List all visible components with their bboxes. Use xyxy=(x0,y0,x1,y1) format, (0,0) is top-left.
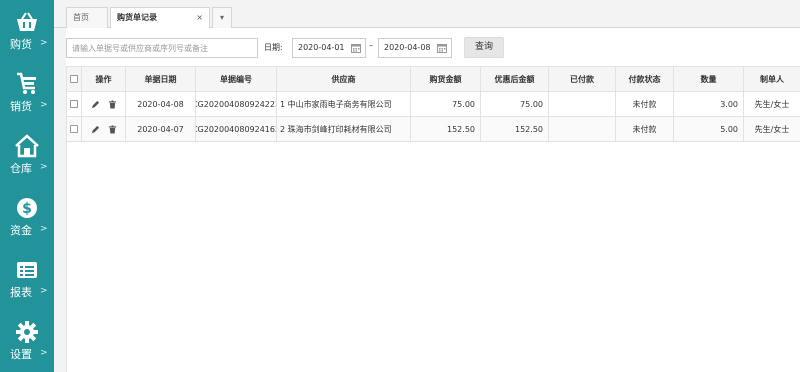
header-no[interactable]: 单据编号 xyxy=(196,67,277,91)
edit-icon[interactable] xyxy=(91,125,100,134)
header-amount[interactable]: 购货金额 xyxy=(411,67,481,91)
row-no[interactable]: CG202004080924162 xyxy=(196,117,277,141)
row-paid xyxy=(549,117,616,141)
row-discounted: 75.00 xyxy=(481,92,549,116)
trash-icon[interactable] xyxy=(108,99,117,109)
header-date[interactable]: 单据日期 xyxy=(126,67,196,91)
close-icon[interactable]: × xyxy=(196,8,203,27)
header-supplier[interactable]: 供应商 xyxy=(277,67,411,91)
sidebar-item-purchase[interactable]: 购货 > xyxy=(0,0,54,58)
chevron-right-icon: > xyxy=(40,224,48,234)
content-area: 日期: 2020-04-01 – 2020-04-08 查询 操作 单据日期 单… xyxy=(66,28,800,372)
sidebar-item-label: 仓库 xyxy=(10,162,32,175)
edit-icon[interactable] xyxy=(91,100,100,109)
row-no[interactable]: CG202004080924222 xyxy=(196,92,277,116)
header-paid[interactable]: 已付款 xyxy=(549,67,616,91)
header-maker[interactable]: 制单人 xyxy=(744,67,800,91)
row-status: 未付款 xyxy=(616,117,674,141)
row-actions xyxy=(82,117,126,141)
svg-text:$: $ xyxy=(22,201,32,217)
sidebar-item-reports[interactable]: 报表 > xyxy=(0,248,54,306)
date-separator: – xyxy=(369,41,373,50)
row-paid xyxy=(549,92,616,116)
query-button[interactable]: 查询 xyxy=(464,37,504,58)
tab-home[interactable]: 首页 xyxy=(66,7,108,28)
sidebar: 购货 > 销货 > 仓库 > $ 资金 > 报表 > 设置 > xyxy=(0,0,54,372)
row-maker: 先生/女士 xyxy=(744,92,800,116)
row-select-cell xyxy=(67,117,82,141)
row-qty: 5.00 xyxy=(674,117,744,141)
row-maker: 先生/女士 xyxy=(744,117,800,141)
row-checkbox[interactable] xyxy=(70,125,78,133)
row-supplier: 1 中山市家雨电子商务有限公司 xyxy=(277,92,411,116)
sidebar-item-label: 购货 xyxy=(10,38,32,51)
search-input[interactable] xyxy=(66,38,258,58)
header-status[interactable]: 付款状态 xyxy=(616,67,674,91)
select-all-checkbox[interactable] xyxy=(70,75,78,83)
calendar-icon[interactable] xyxy=(351,43,361,53)
sidebar-item-label: 资金 xyxy=(10,224,32,237)
row-date: 2020-04-08 xyxy=(126,92,196,116)
sidebar-item-label: 销货 xyxy=(10,100,32,113)
row-date: 2020-04-07 xyxy=(126,117,196,141)
row-amount: 75.00 xyxy=(411,92,481,116)
dollar-icon: $ xyxy=(0,196,54,222)
table-row[interactable]: 2020-04-08 CG202004080924222 1 中山市家雨电子商务… xyxy=(67,92,800,117)
header-qty[interactable]: 数量 xyxy=(674,67,744,91)
date-from-value: 2020-04-01 xyxy=(298,43,345,52)
records-table: 操作 单据日期 单据编号 供应商 购货金额 优惠后金额 已付款 付款状态 数量 … xyxy=(66,66,800,372)
chevron-right-icon: > xyxy=(40,38,48,48)
chevron-right-icon: > xyxy=(40,286,48,296)
row-discounted: 152.50 xyxy=(481,117,549,141)
sidebar-item-label: 报表 xyxy=(10,286,32,299)
date-from-field[interactable]: 2020-04-01 xyxy=(292,38,366,58)
sidebar-item-sales[interactable]: 销货 > xyxy=(0,62,54,120)
row-qty: 3.00 xyxy=(674,92,744,116)
row-actions xyxy=(82,92,126,116)
tab-label: 购货单记录 xyxy=(117,13,157,22)
sidebar-item-funds[interactable]: $ 资金 > xyxy=(0,186,54,244)
header-op: 操作 xyxy=(82,67,126,91)
date-label: 日期: xyxy=(264,43,283,52)
chevron-right-icon: > xyxy=(40,162,48,172)
trash-icon[interactable] xyxy=(108,124,117,134)
sidebar-item-settings[interactable]: 设置 > xyxy=(0,310,54,368)
gear-icon xyxy=(0,320,54,346)
table-row[interactable]: 2020-04-07 CG202004080924162 2 珠海市剑峰打印耗材… xyxy=(67,117,800,142)
chevron-down-icon[interactable]: ▾ xyxy=(212,7,232,28)
home-icon xyxy=(0,134,54,160)
select-all-cell xyxy=(67,67,82,91)
row-amount: 152.50 xyxy=(411,117,481,141)
chevron-right-icon: > xyxy=(40,348,48,358)
date-to-field[interactable]: 2020-04-08 xyxy=(378,38,452,58)
main-panel: 首页 购货单记录 × ▾ 日期: 2020-04-01 – 2020-04-08… xyxy=(54,0,800,372)
header-discounted[interactable]: 优惠后金额 xyxy=(481,67,549,91)
table-header: 操作 单据日期 单据编号 供应商 购货金额 优惠后金额 已付款 付款状态 数量 … xyxy=(67,66,800,92)
basket-icon xyxy=(0,10,54,36)
row-checkbox[interactable] xyxy=(70,100,78,108)
row-status: 未付款 xyxy=(616,92,674,116)
row-select-cell xyxy=(67,92,82,116)
chevron-right-icon: > xyxy=(40,100,48,110)
tab-bar: 首页 购货单记录 × ▾ xyxy=(54,0,800,29)
tab-purchase-records[interactable]: 购货单记录 × xyxy=(110,7,210,29)
date-to-value: 2020-04-08 xyxy=(384,43,431,52)
row-supplier: 2 珠海市剑峰打印耗材有限公司 xyxy=(277,117,411,141)
sidebar-item-warehouse[interactable]: 仓库 > xyxy=(0,124,54,182)
report-icon xyxy=(0,258,54,284)
calendar-icon[interactable] xyxy=(437,43,447,53)
cart-icon xyxy=(0,72,54,98)
sidebar-item-label: 设置 xyxy=(10,348,32,361)
